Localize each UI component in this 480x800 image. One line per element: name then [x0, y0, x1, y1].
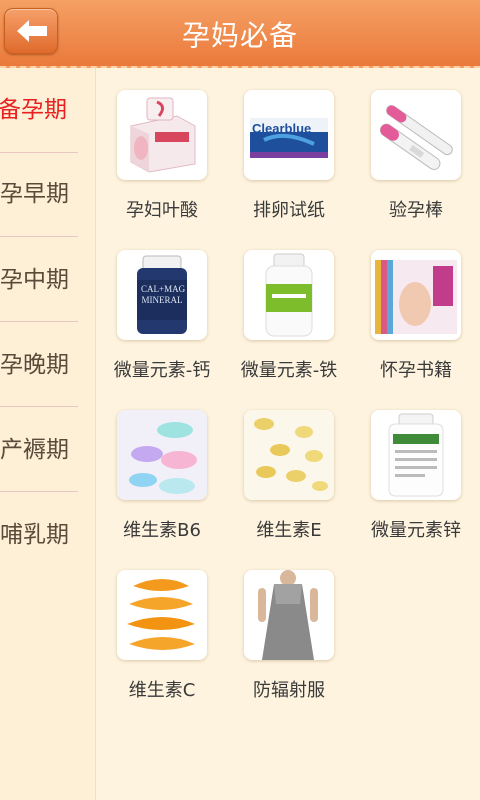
product-tile[interactable]: 验孕棒: [365, 68, 480, 221]
product-tile[interactable]: 微量元素锌: [365, 388, 480, 541]
clearblue-ovulation-test-icon: Clearblue: [244, 90, 334, 180]
sidebar-item-yunzao[interactable]: 孕早期: [0, 152, 96, 236]
divider: [0, 491, 78, 492]
product-label: 维生素E: [256, 520, 322, 541]
header-bar: 孕妈必备: [0, 0, 480, 68]
product-tile[interactable]: 维生素C: [111, 548, 233, 701]
product-tile[interactable]: 维生素B6: [111, 388, 233, 541]
product-tile[interactable]: CAL+MAG MINERAL 微量元素-钙: [111, 228, 233, 381]
product-label: 微量元素锌: [371, 520, 461, 541]
category-sidebar: 备孕期 孕早期 孕中期 孕晚期 产褥期 哺乳期: [0, 68, 96, 800]
vitamin-e-capsules-icon: [244, 410, 334, 500]
page-title: 孕妈必备: [181, 19, 298, 52]
sidebar-item-beiyun[interactable]: 备孕期: [0, 68, 94, 152]
product-tile[interactable]: 维生素E: [238, 388, 360, 541]
sidebar-item-buru[interactable]: 哺乳期: [0, 493, 96, 577]
vitamin-b6-pills-icon: [117, 410, 207, 500]
divider: [0, 236, 78, 237]
product-tile[interactable]: 孕妇叶酸: [111, 68, 233, 221]
product-tile[interactable]: 怀孕书籍: [365, 228, 480, 381]
product-label: 微量元素-钙: [113, 360, 211, 381]
pregnancy-books-icon: [371, 250, 461, 340]
pregnancy-test-stick-icon: [371, 90, 461, 180]
divider: [0, 321, 78, 322]
product-label: 孕妇叶酸: [126, 200, 198, 221]
product-label: 微量元素-铁: [240, 360, 338, 381]
product-label: 排卵试纸: [253, 200, 325, 221]
product-label: 怀孕书籍: [380, 360, 452, 381]
product-tile[interactable]: 防辐射服: [238, 548, 360, 701]
product-grid: 孕妇叶酸 Clearblue 排卵试纸 验孕棒 CAL+MAG MINERAL …: [97, 68, 480, 800]
product-label: 维生素C: [128, 680, 196, 701]
orange-slices-icon: [117, 570, 207, 660]
zinc-bottle-icon: [371, 410, 461, 500]
radiation-dress-icon: [244, 570, 334, 660]
calcium-bottle-icon: CAL+MAG MINERAL: [117, 250, 207, 340]
divider: [0, 406, 78, 407]
product-label: 防辐射服: [253, 680, 325, 701]
product-tile[interactable]: 微量元素-铁: [238, 228, 360, 381]
product-label: 验孕棒: [389, 200, 443, 221]
product-tile[interactable]: Clearblue 排卵试纸: [238, 68, 360, 221]
product-label: 维生素B6: [123, 520, 201, 541]
sidebar-item-chanru[interactable]: 产褥期: [0, 408, 96, 492]
sidebar-item-yunwan[interactable]: 孕晚期: [0, 323, 96, 407]
iron-bottle-icon: [244, 250, 334, 340]
folic-acid-box-icon: [117, 90, 207, 180]
bottle-text: CAL+MAG MINERAL: [141, 284, 186, 305]
sidebar-item-yunzhong[interactable]: 孕中期: [0, 238, 96, 322]
brand-text: Clearblue: [252, 121, 312, 136]
